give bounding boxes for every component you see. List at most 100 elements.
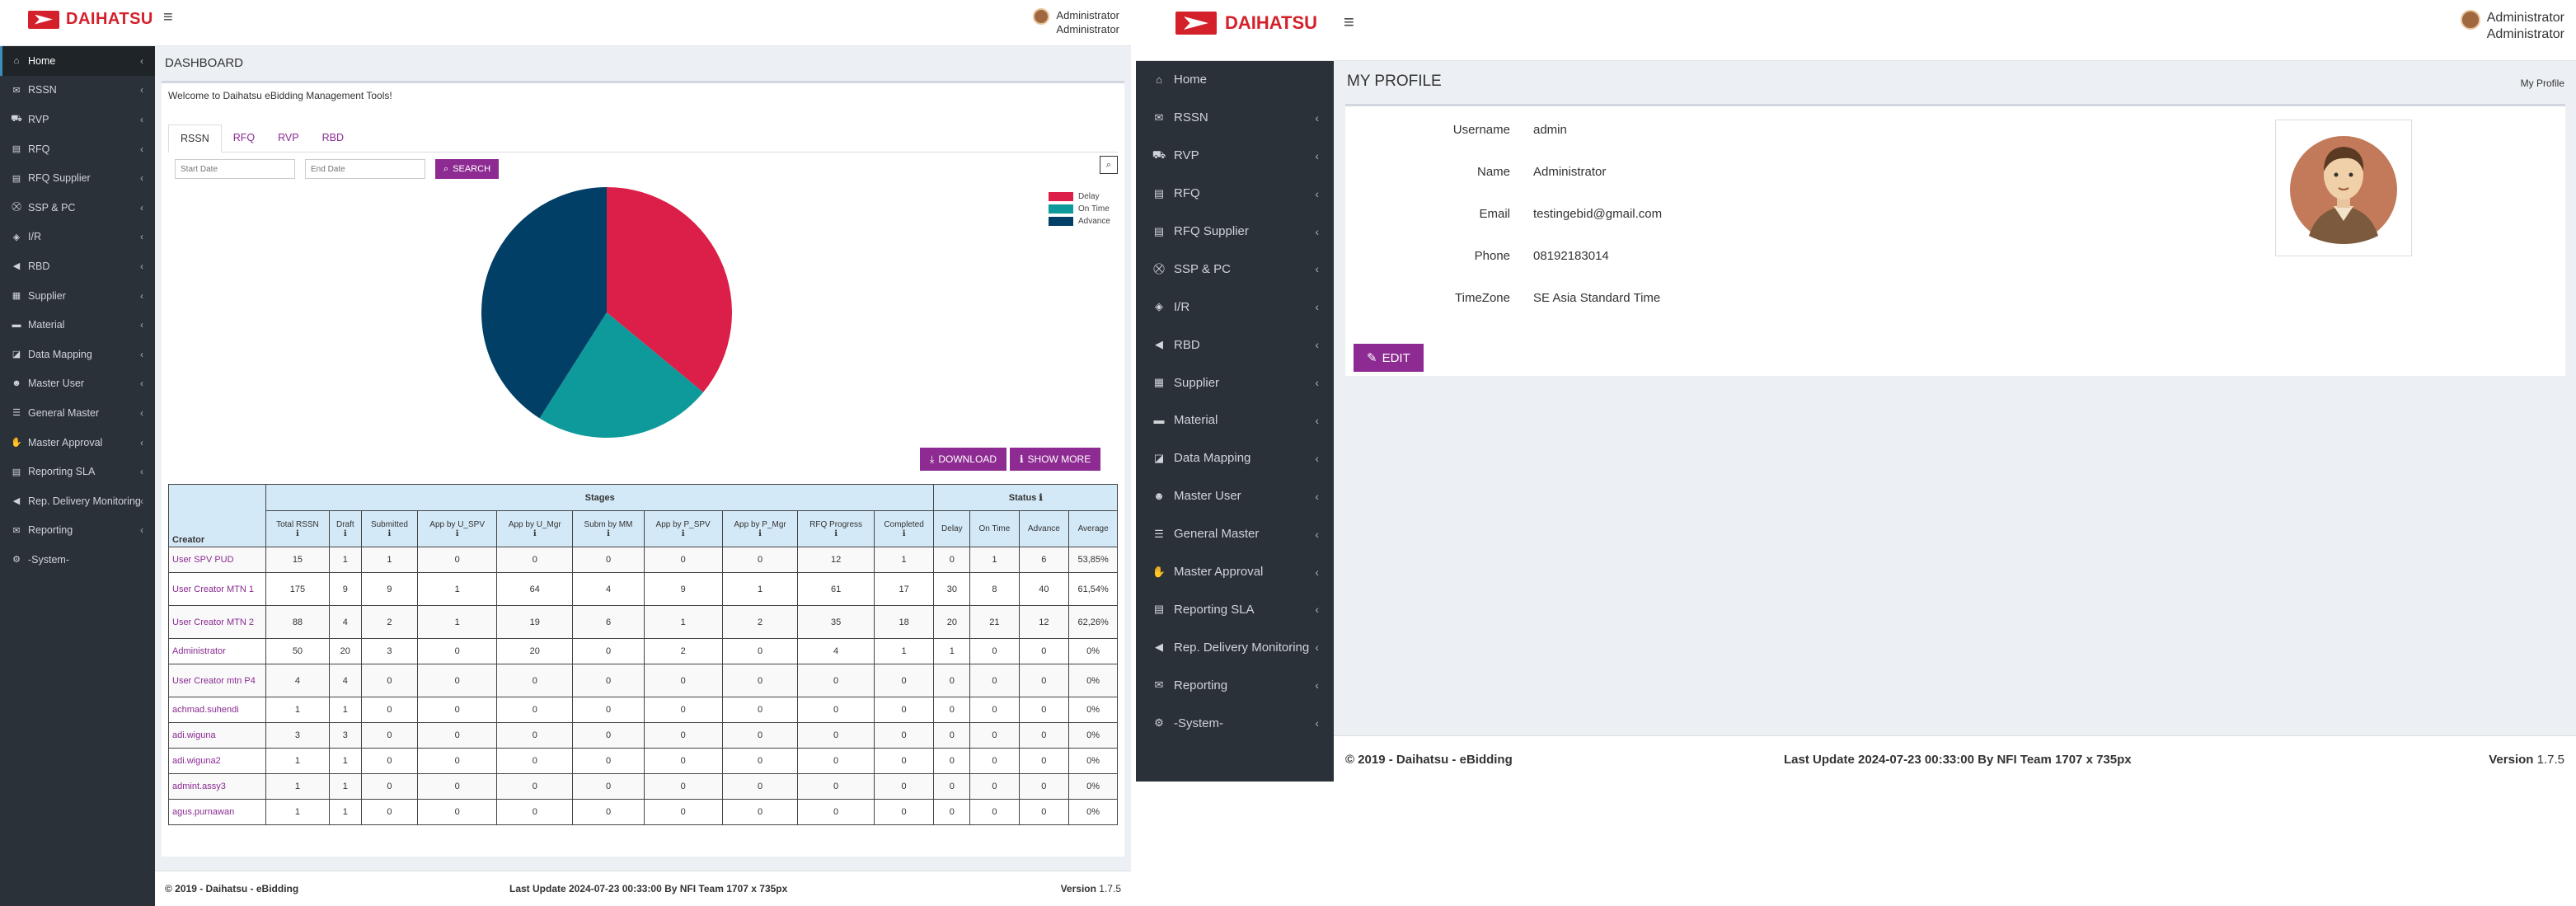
- user-menu[interactable]: Administrator Administrator: [2460, 10, 2564, 43]
- creator-link[interactable]: User SPV PUD: [168, 547, 266, 573]
- user-menu[interactable]: Administrator Administrator: [1033, 8, 1119, 36]
- table-cell: 0: [797, 664, 875, 697]
- report-icon: ▤: [1153, 603, 1165, 616]
- creator-link[interactable]: adi.wiguna: [168, 722, 266, 749]
- breadcrumb[interactable]: My Profile: [2521, 77, 2564, 89]
- sidebar-item-rfq-supplier[interactable]: ▤ RFQ Supplier ‹: [0, 163, 155, 193]
- sidebar-item-rfq-supplier[interactable]: ▤ RFQ Supplier ‹: [1136, 213, 1334, 251]
- creator-link[interactable]: admint.assy3: [168, 773, 266, 800]
- tab-rvp[interactable]: RVP: [266, 124, 310, 152]
- table-cell: 17: [873, 572, 935, 606]
- tab-rfq[interactable]: RFQ: [222, 124, 266, 152]
- start-date-input[interactable]: [175, 159, 295, 179]
- sidebar-item-home[interactable]: ⌂ Home ‹: [0, 46, 155, 76]
- info-icon[interactable]: ℹ: [365, 529, 414, 538]
- sidebar-item-rep-delivery-monitoring[interactable]: ◀ Rep. Delivery Monitoring ‹: [0, 486, 155, 516]
- sidebar-item-rfq[interactable]: ▤ RFQ ‹: [1136, 175, 1334, 213]
- sidebar-item-ssp-pc[interactable]: ⛒ SSP & PC ‹: [1136, 250, 1334, 288]
- sidebar-item-general-master[interactable]: ☰ General Master ‹: [0, 398, 155, 428]
- creator-link[interactable]: User Creator MTN 2: [168, 605, 266, 639]
- legend-swatch: [1049, 217, 1073, 226]
- sidebar-item-rssn[interactable]: ✉ RSSN ‹: [0, 76, 155, 106]
- sidebar-item-rbd[interactable]: ◀ RBD ‹: [1136, 326, 1334, 364]
- sidebar-item-supplier[interactable]: ▦ Supplier ‹: [0, 281, 155, 311]
- tab-rbd[interactable]: RBD: [311, 124, 355, 152]
- profile-panel: Username admin Name Administrator Email …: [1345, 104, 2565, 376]
- search-button[interactable]: ⌕ SEARCH: [435, 159, 500, 179]
- sidebar-item-master-user[interactable]: ☻ Master User ‹: [0, 369, 155, 399]
- info-icon[interactable]: ℹ: [500, 529, 569, 538]
- envelope-icon: ✉: [12, 85, 21, 96]
- info-icon[interactable]: ℹ: [1039, 493, 1042, 503]
- info-icon[interactable]: ℹ: [576, 529, 640, 538]
- sidebar-item-supplier[interactable]: ▦ Supplier ‹: [1136, 364, 1334, 401]
- hamburger-menu-icon[interactable]: ≡: [163, 8, 173, 27]
- creator-link[interactable]: User Creator mtn P4: [168, 664, 266, 697]
- sidebar-item-master-approval[interactable]: ✋ Master Approval ‹: [0, 428, 155, 458]
- creator-link[interactable]: Administrator: [168, 638, 266, 664]
- status-col-on-time: On Time: [969, 510, 1020, 547]
- hamburger-menu-icon[interactable]: ≡: [1344, 12, 1354, 33]
- info-icon[interactable]: ℹ: [421, 529, 493, 538]
- legend-item-advance[interactable]: Advance: [1049, 217, 1110, 226]
- daihatsu-logo[interactable]: DAIHATSU: [1175, 12, 1317, 35]
- table-cell: 1: [265, 748, 330, 774]
- info-icon[interactable]: ℹ: [801, 529, 870, 538]
- sidebar-item-i-r[interactable]: ◈ I/R ‹: [0, 223, 155, 252]
- sidebar-item-rvp[interactable]: ⛟ RVP ‹: [0, 105, 155, 134]
- sidebar-item-material[interactable]: ▬ Material ‹: [1136, 401, 1334, 439]
- chevron-left-icon: ‹: [140, 84, 143, 96]
- download-button[interactable]: ⤓ DOWNLOAD: [920, 448, 1006, 471]
- sidebar-item-i-r[interactable]: ◈ I/R ‹: [1136, 288, 1334, 326]
- chevron-left-icon: ‹: [1315, 338, 1319, 352]
- sidebar-item-rvp[interactable]: ⛟ RVP ‹: [1136, 137, 1334, 175]
- edit-profile-button[interactable]: ✎ EDIT: [1354, 344, 1424, 372]
- info-icon[interactable]: ℹ: [726, 529, 795, 538]
- document-icon: ▤: [1153, 186, 1165, 200]
- sidebar-item-reporting[interactable]: ✉ Reporting ‹: [1136, 666, 1334, 704]
- table-cell: 1: [873, 638, 935, 664]
- sidebar-item-rbd[interactable]: ◀ RBD ‹: [0, 251, 155, 281]
- sidebar-item-home[interactable]: ⌂ Home: [1136, 61, 1334, 99]
- creator-link[interactable]: adi.wiguna2: [168, 748, 266, 774]
- sidebar-item-ssp-pc[interactable]: ⛒ SSP & PC ‹: [0, 193, 155, 223]
- dashboard-panel: Welcome to Daihatsu eBidding Management …: [162, 81, 1124, 857]
- end-date-input[interactable]: [305, 159, 425, 179]
- legend-item-on-time[interactable]: On Time: [1049, 204, 1110, 214]
- footer-version: Version 1.7.5: [1061, 883, 1121, 894]
- info-icon[interactable]: ℹ: [648, 529, 719, 538]
- list-icon: ☰: [1154, 527, 1164, 540]
- sidebar-item-reporting-sla[interactable]: ▤ Reporting SLA ‹: [1136, 590, 1334, 628]
- sidebar-item-data-mapping[interactable]: ◪ Data Mapping ‹: [0, 340, 155, 369]
- sidebar-item-rep-delivery-monitoring[interactable]: ◀ Rep. Delivery Monitoring ‹: [1136, 628, 1334, 666]
- table-cell: 0: [572, 664, 645, 697]
- sidebar-item-label: Data Mapping: [1174, 451, 1251, 466]
- sidebar-item-reporting-sla[interactable]: ▤ Reporting SLA ‹: [0, 457, 155, 486]
- sidebar-item-reporting[interactable]: ✉ Reporting ‹: [0, 516, 155, 546]
- legend-item-delay[interactable]: Delay: [1049, 192, 1110, 201]
- table-cell: 0: [360, 722, 419, 749]
- sidebar-item-data-mapping[interactable]: ◪ Data Mapping ‹: [1136, 439, 1334, 477]
- sidebar-item-general-master[interactable]: ☰ General Master ‹: [1136, 515, 1334, 553]
- info-icon[interactable]: ℹ: [333, 529, 358, 538]
- creator-link[interactable]: achmad.suhendi: [168, 697, 266, 723]
- tab-rssn[interactable]: RSSN: [168, 124, 222, 153]
- sidebar-item-system[interactable]: ⚙ -System- ‹: [1136, 704, 1334, 742]
- info-icon[interactable]: ℹ: [270, 529, 326, 538]
- table-cell: 4: [328, 664, 362, 697]
- sidebar-item-rssn[interactable]: ✉ RSSN ‹: [1136, 99, 1334, 137]
- zoom-icon[interactable]: ⌕: [1100, 156, 1118, 174]
- sidebar-item-material[interactable]: ▬ Material ‹: [0, 310, 155, 340]
- sidebar-item-system[interactable]: ⚙ -System-: [0, 545, 155, 575]
- sidebar-item-master-approval[interactable]: ✋ Master Approval ‹: [1136, 553, 1334, 591]
- creator-link[interactable]: agus.purnawan: [168, 799, 266, 825]
- sidebar-item-rfq[interactable]: ▤ RFQ ‹: [0, 134, 155, 164]
- show-more-button[interactable]: ℹ SHOW MORE: [1009, 448, 1101, 471]
- daihatsu-logo[interactable]: DAIHATSU: [28, 10, 153, 29]
- briefcase-icon: ▬: [1153, 414, 1165, 427]
- sidebar-item-master-user[interactable]: ☻ Master User ‹: [1136, 477, 1334, 515]
- stage-col-subm-by-mm: Subm by MM ℹ: [572, 510, 645, 547]
- info-icon[interactable]: ℹ: [878, 529, 931, 538]
- table-cell: 3: [265, 722, 330, 749]
- creator-link[interactable]: User Creator MTN 1: [168, 572, 266, 606]
